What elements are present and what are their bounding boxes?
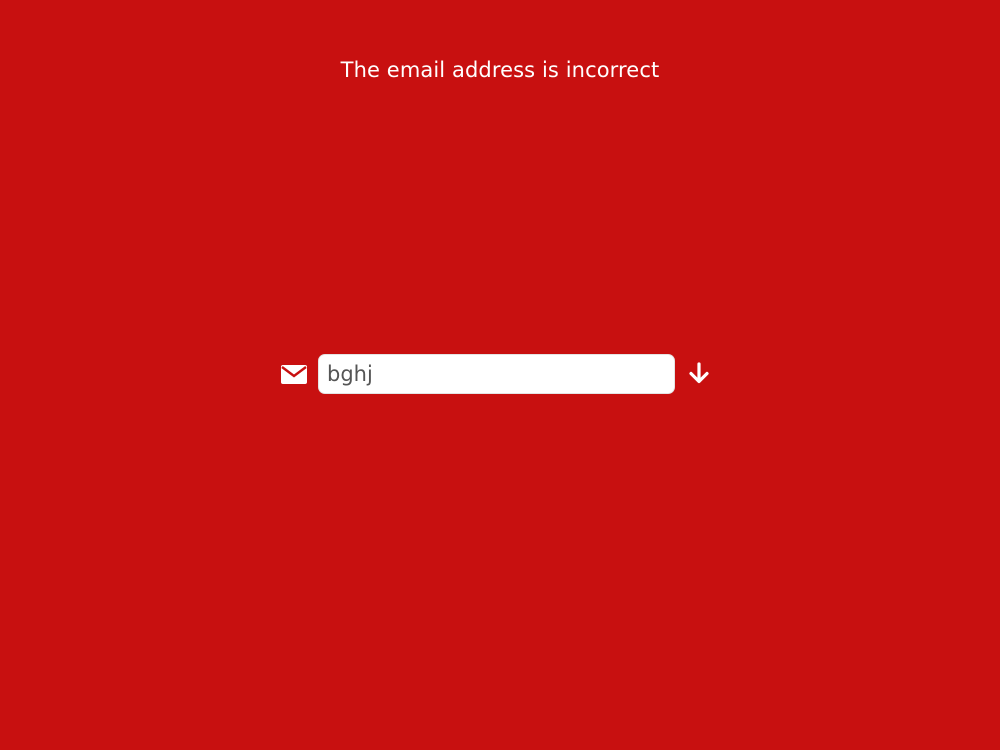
arrow-down-icon <box>688 361 710 387</box>
email-form <box>280 354 712 394</box>
error-message: The email address is incorrect <box>340 58 660 82</box>
submit-button[interactable] <box>686 354 712 394</box>
envelope-icon <box>280 363 308 385</box>
email-input[interactable] <box>318 354 675 394</box>
